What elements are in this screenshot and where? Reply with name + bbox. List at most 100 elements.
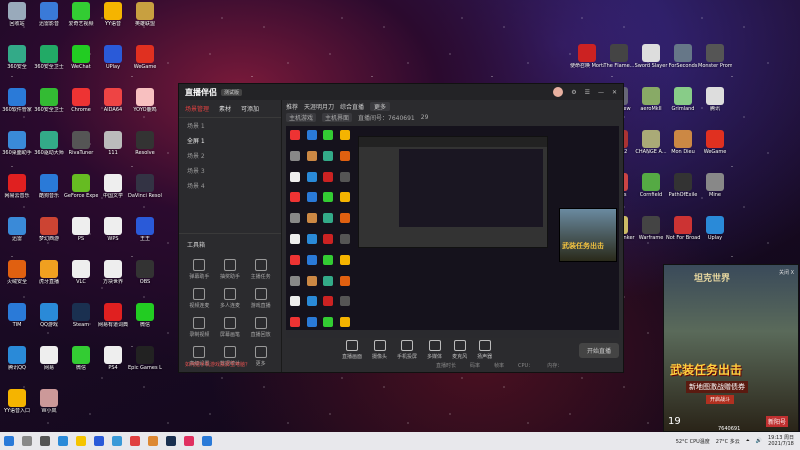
desktop-icon[interactable]: 360驱动大师	[32, 131, 66, 156]
desktop-icon[interactable]: Chrome	[64, 88, 98, 113]
desktop-icon[interactable]: 王王	[128, 217, 162, 242]
desktop-icon[interactable]: W小岚	[32, 389, 66, 414]
toolbox-item[interactable]: 抽奖助手	[216, 259, 245, 280]
ad-action-button[interactable]: 开启战斗	[706, 395, 735, 404]
more-button[interactable]: 更多	[370, 101, 391, 111]
toolbox-item[interactable]: 直播回放	[246, 317, 275, 338]
toolbox-item[interactable]: 多人连麦	[216, 288, 245, 309]
desktop-icon[interactable]: 中国文学	[96, 174, 130, 199]
desktop-icon[interactable]: GeForce Experience	[64, 174, 98, 199]
desktop-icon[interactable]: 迅雷	[0, 217, 34, 242]
desktop-icon[interactable]: 使命召唤 Mortal...	[570, 44, 604, 69]
desktop-icon[interactable]: 迅雷影音	[32, 2, 66, 27]
search-icon[interactable]	[22, 436, 32, 446]
toolbox-item[interactable]: 屏幕画笔	[216, 317, 245, 338]
console-button[interactable]: 主机游戏	[286, 112, 317, 122]
desktop-icon[interactable]: YY语音	[96, 2, 130, 27]
store-icon[interactable]	[94, 436, 104, 446]
desktop-icon[interactable]: Sword Slayer	[634, 44, 668, 69]
desktop-icon[interactable]: Warframe	[634, 216, 668, 241]
toolbox-item[interactable]: 视频连麦	[185, 288, 214, 309]
desktop-icon[interactable]: 微信	[64, 346, 98, 371]
app-icon[interactable]	[148, 436, 158, 446]
tab-materials[interactable]: 素材	[219, 104, 231, 113]
menu-icon[interactable]: ☰	[585, 89, 590, 96]
close-ad-button[interactable]: 关闭 X	[779, 269, 794, 276]
game-category[interactable]: 天涯明月刀	[304, 102, 334, 111]
network-icon[interactable]: ⏶	[746, 438, 750, 444]
desktop-icon[interactable]: 腾讯	[698, 87, 732, 112]
tags-label[interactable]: 综合直播	[340, 102, 364, 111]
start-live-button[interactable]: 开始直播	[578, 342, 619, 358]
app-icon[interactable]	[130, 436, 140, 446]
volume-icon[interactable]: 🔊	[756, 438, 762, 444]
desktop-icon[interactable]: Resolve	[128, 131, 162, 156]
desktop-icon[interactable]: WeGame	[128, 45, 162, 70]
desktop-icon[interactable]: aeroMkII	[634, 87, 668, 112]
app-icon[interactable]	[112, 436, 122, 446]
desktop-icon[interactable]: WPS	[96, 217, 130, 242]
toolbox-item[interactable]: 游戏直播	[246, 288, 275, 309]
desktop-icon[interactable]: 火绒安全	[0, 260, 34, 285]
desktop-icon[interactable]: 英雄联盟	[128, 2, 162, 27]
toolbox-item[interactable]: 弹幕助手	[185, 259, 214, 280]
help-notice[interactable]: 如何把手机游戏投屏至电脑？	[185, 361, 250, 368]
desktop-icon[interactable]: 360安全卫士	[32, 88, 66, 113]
folder-icon[interactable]	[76, 436, 86, 446]
desktop-icon[interactable]: AIDA64	[96, 88, 130, 113]
source-tool-button[interactable]: 手机投屏	[397, 340, 417, 360]
desktop-icon[interactable]: 微信	[128, 303, 162, 328]
toolbox-item[interactable]: 更多	[246, 346, 275, 367]
desktop-icon[interactable]: CHANGE A...	[634, 130, 668, 155]
scene-item[interactable]: 全屏 1	[179, 133, 281, 148]
desktop-icon[interactable]: OBS	[128, 260, 162, 285]
desktop-icon[interactable]: 方块世界	[96, 260, 130, 285]
desktop-icon[interactable]: 111	[96, 131, 130, 156]
desktop-icon[interactable]: UPlay	[96, 45, 130, 70]
desktop-icon[interactable]: 360安全	[0, 45, 34, 70]
source-tool-button[interactable]: 扬声器	[477, 340, 492, 360]
desktop-icon[interactable]: 网易云音乐	[0, 174, 34, 199]
desktop-icon[interactable]: Epic Games Launcher	[128, 346, 162, 371]
desktop-icon[interactable]: 360软件管家	[0, 88, 34, 113]
desktop-icon[interactable]: 网易有道词典	[96, 303, 130, 328]
desktop-icon[interactable]: YY语音入口	[0, 389, 34, 414]
desktop-icon[interactable]: 360安全卫士	[32, 45, 66, 70]
desktop-icon[interactable]: TIM	[0, 303, 34, 328]
desktop-icon[interactable]: Monster Prom	[698, 44, 732, 69]
app-icon[interactable]	[202, 436, 212, 446]
desktop-icon[interactable]: QQ游戏	[32, 303, 66, 328]
scene-item[interactable]: 场景 4	[179, 178, 281, 193]
settings-icon[interactable]: ⚙	[571, 89, 576, 96]
scene-item[interactable]: 场景 2	[179, 148, 281, 163]
game-ad-popup[interactable]: 坦克世界 关闭 X 武装任务出击 新地图激战赠债券 开启战斗 19 新阳号	[663, 264, 799, 432]
desktop-icon[interactable]: The Flame...	[602, 44, 636, 69]
stream-preview[interactable]: 武装任务出击	[286, 126, 619, 338]
tab-addable[interactable]: 可添加	[241, 104, 259, 113]
desktop-icon[interactable]: DaVinci Resolve	[128, 174, 162, 199]
start-icon[interactable]	[4, 436, 14, 446]
desktop-icon[interactable]: PS	[64, 217, 98, 242]
desktop-icon[interactable]: PS4	[96, 346, 130, 371]
scene-item[interactable]: 场景 1	[179, 118, 281, 133]
desktop-icon[interactable]: Not For Broadcast	[666, 216, 700, 241]
desktop-icon[interactable]: Mon Dieu	[666, 130, 700, 155]
edge-icon[interactable]	[58, 436, 68, 446]
desktop-icon[interactable]: 360桌面助手	[0, 131, 34, 156]
source-tool-button[interactable]: 多媒体	[427, 340, 442, 360]
toolbox-item[interactable]: 主播任务	[246, 259, 275, 280]
desktop-icon[interactable]: 虎牙直播	[32, 260, 66, 285]
weather[interactable]: 27°C 多云	[716, 438, 740, 445]
window-titlebar[interactable]: 直播伴侣 测试版 ⚙ ☰ — ✕	[179, 84, 623, 100]
desktop-icon[interactable]: 爱奇艺视频	[64, 2, 98, 27]
console-ui-button[interactable]: 主机界面	[322, 112, 353, 122]
desktop-icon[interactable]: Cornfield	[634, 173, 668, 198]
task-view-icon[interactable]	[40, 436, 50, 446]
avatar[interactable]	[553, 87, 564, 97]
desktop-icon[interactable]: Steam	[64, 303, 98, 328]
desktop-icon[interactable]: WeGame	[698, 130, 732, 155]
desktop-icon[interactable]: 腾讯QQ	[0, 346, 34, 371]
desktop-icon[interactable]: PathOfExile	[666, 173, 700, 198]
source-tool-button[interactable]: 摄像头	[372, 340, 387, 360]
desktop-icon[interactable]: VLC	[64, 260, 98, 285]
